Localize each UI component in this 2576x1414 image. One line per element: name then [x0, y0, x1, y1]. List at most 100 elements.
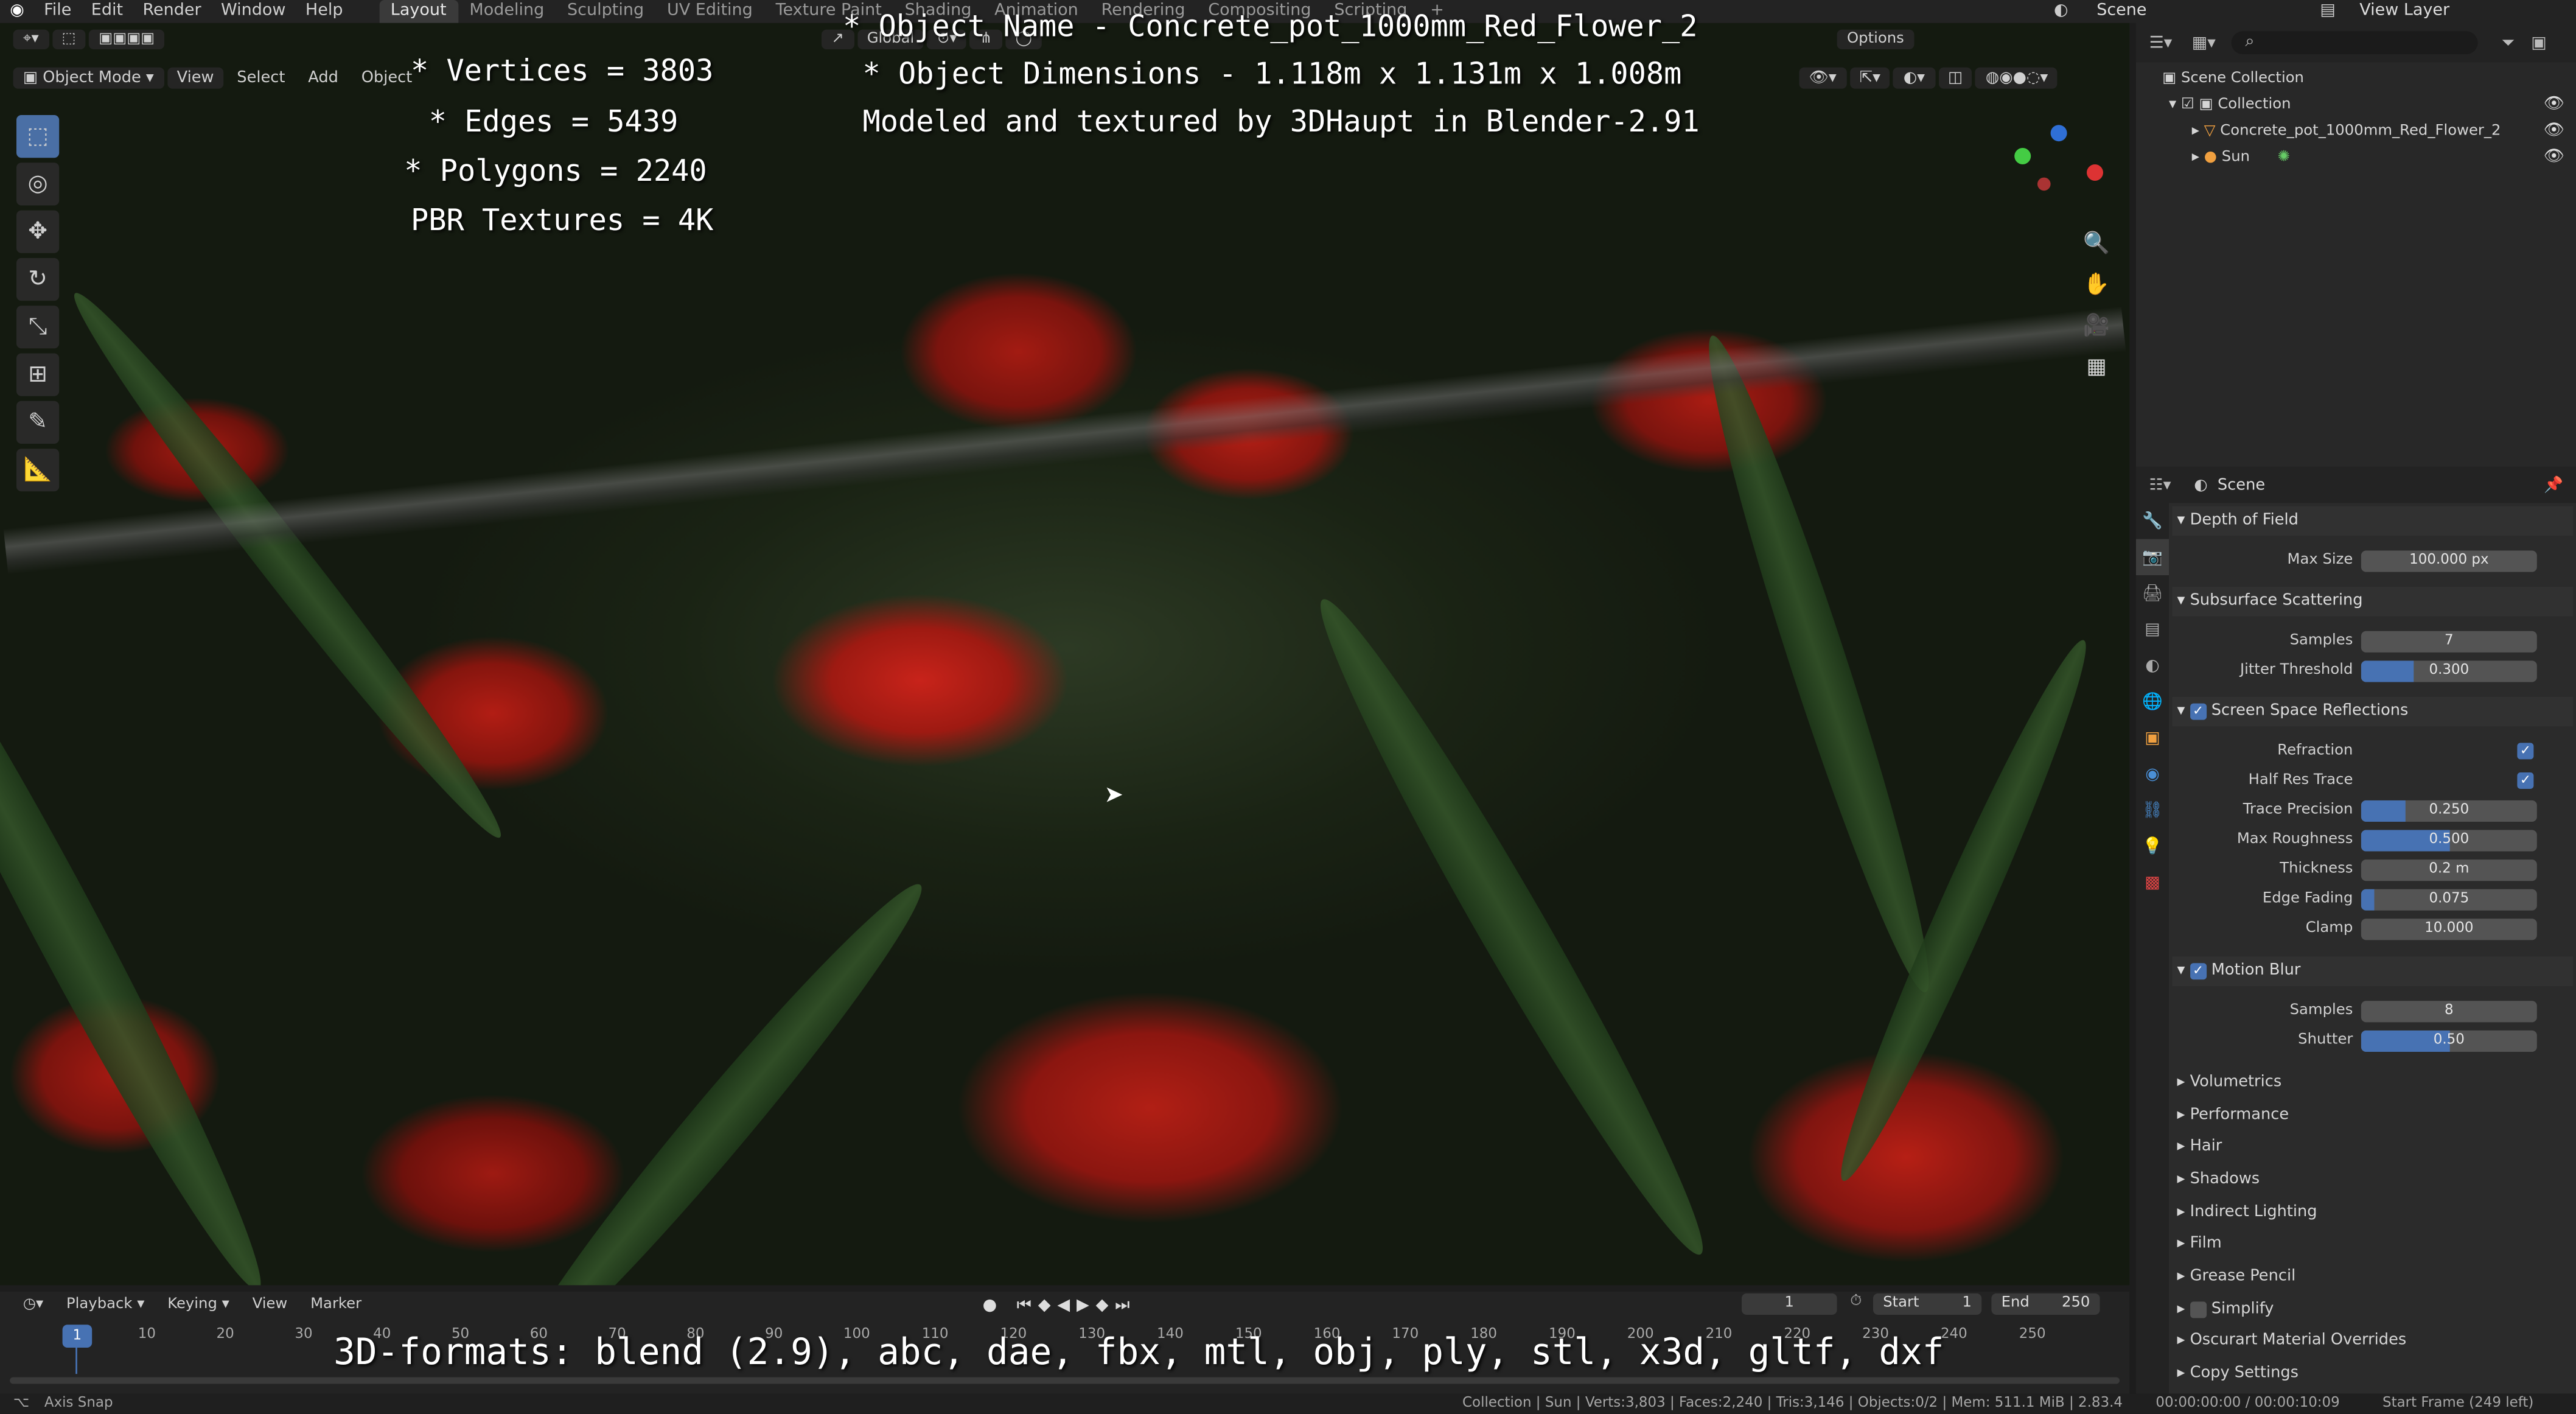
- sun-data-icon[interactable]: ✺: [2278, 150, 2290, 166]
- blender-logo-icon[interactable]: ◉: [0, 0, 34, 23]
- scene-tab-icon[interactable]: ◐: [2136, 648, 2169, 684]
- ssr-half-res-checkbox[interactable]: ✓: [2517, 772, 2534, 789]
- overlay-toggle-icon[interactable]: ◐▾: [1893, 66, 1935, 88]
- ssr-trace-slider[interactable]: 0.250: [2361, 800, 2537, 822]
- gizmo-z-icon[interactable]: [2050, 125, 2067, 142]
- menu-window[interactable]: Window: [211, 0, 296, 23]
- mb-samples-field[interactable]: 8: [2361, 1001, 2537, 1023]
- pin-icon[interactable]: 📌: [2544, 476, 2563, 494]
- display-mode-icon[interactable]: ▦▾: [2192, 33, 2216, 52]
- selection-mode-icon[interactable]: ▣▣▣▣: [89, 29, 165, 49]
- tab-layout[interactable]: Layout: [379, 0, 458, 23]
- motion-blur-checkbox[interactable]: ✓: [2190, 962, 2207, 979]
- menu-render[interactable]: Render: [133, 0, 211, 23]
- timeline-menu-keying[interactable]: Keying ▾: [158, 1295, 239, 1315]
- texture-tab-icon[interactable]: ▩: [2136, 864, 2169, 900]
- cursor-icon[interactable]: ◎: [16, 163, 60, 206]
- panel-hair[interactable]: ▸ Hair: [2172, 1132, 2573, 1162]
- section-subsurface-scattering[interactable]: ▾ Subsurface Scattering: [2172, 586, 2574, 617]
- light-data-tab-icon[interactable]: 💡: [2136, 828, 2169, 864]
- move-icon[interactable]: ✥: [16, 210, 60, 253]
- playhead[interactable]: 1: [62, 1325, 92, 1348]
- timeline-scrollbar[interactable]: [10, 1377, 2120, 1384]
- annotate-icon[interactable]: ✎: [16, 401, 60, 444]
- tab-uv-editing[interactable]: UV Editing: [655, 0, 764, 23]
- render-tab-icon[interactable]: 📷: [2136, 539, 2169, 575]
- panel-shadows[interactable]: ▸ Shadows: [2172, 1165, 2573, 1195]
- 3d-viewport[interactable]: ⬚ ◎ ✥ ↻ ⤡ ⊞ ✎ 📐 🔍 ✋ 🎥 ▦ ➤: [0, 23, 2130, 1286]
- new-collection-icon[interactable]: ▣: [2531, 33, 2547, 52]
- next-keyframe-icon[interactable]: ◆: [1096, 1296, 1115, 1314]
- tool-select-icon[interactable]: ⬚: [52, 29, 86, 49]
- panel-oscurart[interactable]: ▸ Oscurart Material Overrides: [2172, 1326, 2573, 1356]
- section-motion-blur[interactable]: ▾ ✓ Motion Blur: [2172, 956, 2574, 986]
- section-depth-of-field[interactable]: ▾ Depth of Field: [2172, 506, 2574, 536]
- object-tab-icon[interactable]: ▣: [2136, 720, 2169, 756]
- eye-icon[interactable]: 👁: [2544, 118, 2564, 144]
- play-icon[interactable]: ▶: [1077, 1296, 1096, 1314]
- gizmo-neg-x-icon[interactable]: [2037, 177, 2051, 191]
- section-screen-space-reflections[interactable]: ▾ ✓ Screen Space Reflections: [2172, 696, 2574, 727]
- panel-performance[interactable]: ▸ Performance: [2172, 1101, 2573, 1131]
- pan-hand-icon[interactable]: ✋: [2080, 268, 2113, 301]
- properties-editor[interactable]: ☷▾ ◐ Scene 📌 🔧 📷 🖨 ▤ ◐ 🌐 ▣ ◉ ⛓ 💡 ▩ ▾ Dep…: [2136, 466, 2576, 1394]
- scale-icon[interactable]: ⤡: [16, 306, 60, 349]
- timeline-menu-view[interactable]: View: [242, 1295, 297, 1315]
- sss-jitter-slider[interactable]: 0.300: [2361, 660, 2537, 682]
- gizmo-y-icon[interactable]: [2014, 148, 2031, 164]
- outliner-search-input[interactable]: ⌕: [2232, 31, 2479, 55]
- record-icon[interactable]: ●: [983, 1296, 997, 1314]
- panel-grease-pencil[interactable]: ▸ Grease Pencil: [2172, 1262, 2573, 1292]
- physics-tab-icon[interactable]: ◉: [2136, 756, 2169, 792]
- outliner-row-object[interactable]: ▸ ▽ Concrete_pot_1000mm_Red_Flower_2: [2192, 118, 2501, 144]
- outliner-row-sun[interactable]: ▸ ● Sun ✺: [2192, 145, 2290, 171]
- panel-volumetrics[interactable]: ▸ Volumetrics: [2172, 1068, 2573, 1098]
- view-layer-tab-icon[interactable]: ▤: [2136, 611, 2169, 647]
- outliner-row-scene-collection[interactable]: ▣ Scene Collection: [2162, 66, 2304, 92]
- clock-icon[interactable]: ⏱: [1850, 1293, 1862, 1310]
- mb-shutter-slider[interactable]: 0.50: [2361, 1030, 2537, 1052]
- outliner[interactable]: ☰▾ ▦▾ ⌕ ⏷ ▣ ▣ Scene Collection ▾ ☑ ▣ Col…: [2136, 23, 2576, 467]
- scene-name[interactable]: Scene: [2096, 0, 2146, 23]
- options-button[interactable]: Options: [1837, 29, 1914, 49]
- eye-icon[interactable]: 👁: [2544, 145, 2564, 171]
- timeline-menu-marker[interactable]: Marker: [301, 1295, 371, 1315]
- gizmo-x-icon[interactable]: [2087, 164, 2103, 181]
- filter-icon[interactable]: ⏷: [2502, 33, 2515, 52]
- select-box-icon[interactable]: ⬚: [16, 115, 60, 158]
- xray-icon[interactable]: ◫: [1938, 66, 1973, 88]
- outliner-editor-icon[interactable]: ☰▾: [2149, 33, 2173, 52]
- simplify-checkbox[interactable]: [2190, 1301, 2207, 1318]
- world-tab-icon[interactable]: 🌐: [2136, 684, 2169, 719]
- panel-simplify[interactable]: ▸ Simplify: [2172, 1295, 2573, 1325]
- end-frame-field[interactable]: End 250: [1991, 1293, 2100, 1315]
- menu-help[interactable]: Help: [296, 0, 353, 23]
- properties-editor-icon[interactable]: ☷▾: [2149, 476, 2171, 494]
- camera-icon[interactable]: 🎥: [2080, 309, 2113, 342]
- viewport-menu-select[interactable]: Select: [227, 66, 295, 88]
- ssr-thickness-field[interactable]: 0.2 m: [2361, 859, 2537, 881]
- view-layer-icon[interactable]: ▤: [2320, 0, 2336, 23]
- expand-arrow-icon[interactable]: ▸: [2192, 150, 2199, 166]
- rotate-icon[interactable]: ↻: [16, 257, 60, 301]
- viewport-menu-view[interactable]: View: [167, 66, 224, 88]
- eye-icon[interactable]: 👁: [2544, 92, 2564, 118]
- gizmo-toggle-icon[interactable]: ⇱▾: [1849, 66, 1891, 88]
- menu-edit[interactable]: Edit: [82, 0, 133, 23]
- jump-end-icon[interactable]: ⏭: [1115, 1296, 1136, 1314]
- transform-icon[interactable]: ⊞: [16, 353, 60, 396]
- jump-start-icon[interactable]: ⏮: [1017, 1296, 1038, 1314]
- expand-arrow-icon[interactable]: ▾: [2169, 97, 2176, 113]
- navigation-gizmo[interactable]: [2008, 122, 2113, 220]
- timeline-menu-playback[interactable]: Playback ▾: [57, 1295, 155, 1315]
- output-tab-icon[interactable]: 🖨: [2136, 575, 2169, 611]
- view-object-types-icon[interactable]: 👁▾: [1799, 66, 1846, 88]
- ssr-enable-checkbox[interactable]: ✓: [2190, 702, 2207, 719]
- timeline-editor-icon[interactable]: ◷▾: [13, 1295, 54, 1315]
- tool-tab-icon[interactable]: 🔧: [2136, 503, 2169, 539]
- view-layer-name[interactable]: View Layer: [2359, 0, 2449, 23]
- tab-sculpting[interactable]: Sculpting: [556, 0, 655, 23]
- constraints-tab-icon[interactable]: ⛓: [2136, 792, 2169, 828]
- shading-modes-icon[interactable]: ◍◉●◌▾: [1975, 66, 2058, 88]
- collection-checkbox-icon[interactable]: ☑: [2181, 97, 2194, 113]
